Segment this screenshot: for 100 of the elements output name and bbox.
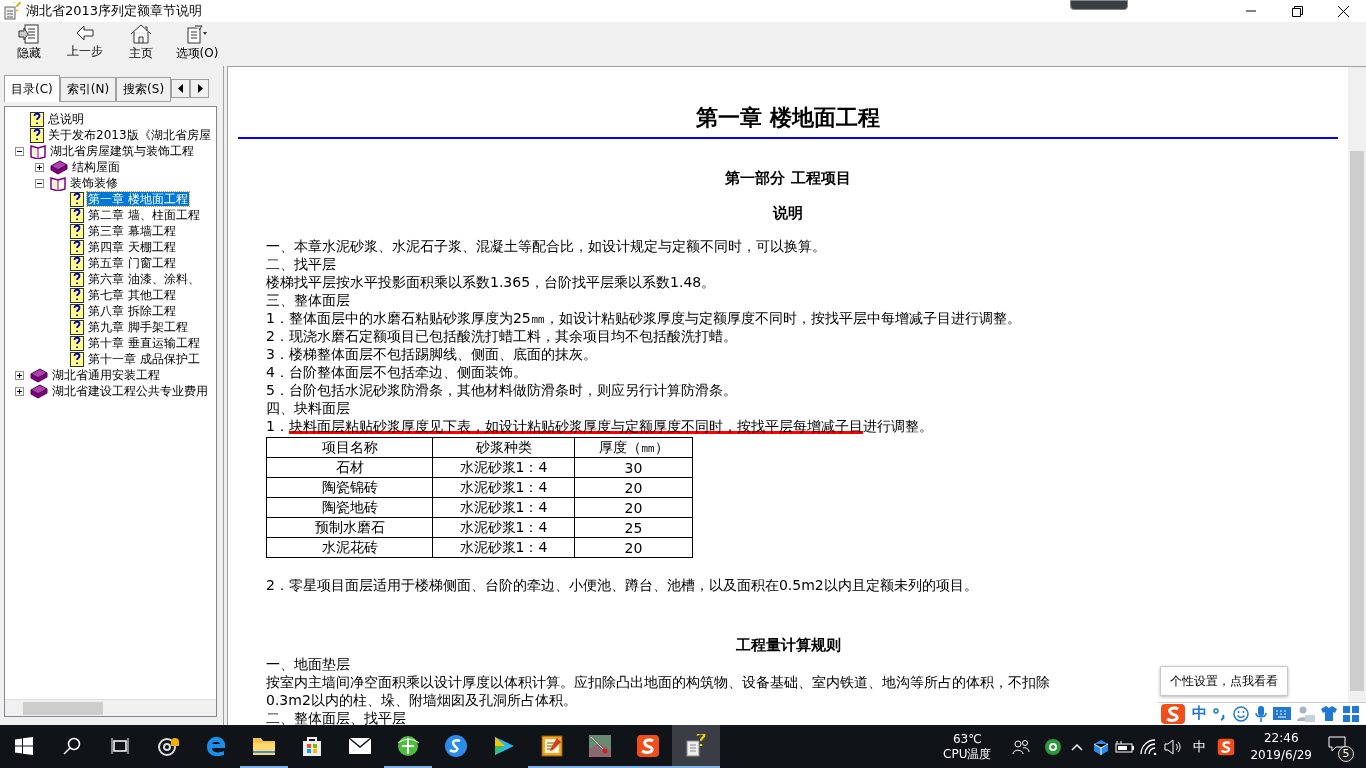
scrollbar-thumb[interactable] <box>23 701 103 715</box>
panel-hide-icon <box>18 24 40 44</box>
closed-book-icon <box>30 383 48 399</box>
column-header: 项目名称 <box>266 437 433 458</box>
right-triangle-icon <box>196 84 203 93</box>
tree-item[interactable]: 第十章 垂直运输工程 <box>87 336 201 350</box>
help-page-icon <box>70 303 84 319</box>
tree-item[interactable]: 第九章 脚手架工程 <box>87 320 189 334</box>
closed-book-icon <box>50 159 68 175</box>
paragraph: 2．零星项目面层适用于楼梯侧面、台阶的牵边、小便池、蹲台、池槽，以及面积在0.5m2以内且定额未列的项目。 <box>266 576 978 594</box>
toolbar-button[interactable]: 选项(O) <box>172 22 222 62</box>
back-arrow-icon <box>75 24 95 42</box>
punctuation-icon[interactable] <box>1213 706 1227 721</box>
tree-item[interactable]: 第八章 拆除工程 <box>87 304 177 318</box>
shopping-bag-icon <box>301 734 323 757</box>
plus-icon <box>36 163 43 171</box>
help-page-icon <box>70 287 84 303</box>
home-icon <box>130 24 152 44</box>
scrollbar-thumb[interactable] <box>1350 151 1364 691</box>
sogou-s-icon <box>636 733 660 758</box>
notepad-icon <box>540 733 564 758</box>
table-cell: 20 <box>574 477 693 498</box>
scroll-right-button[interactable] <box>190 79 210 98</box>
map-icon <box>588 733 612 758</box>
plus-icon <box>16 387 23 395</box>
tooltip: 个性设置，点我看看 <box>1160 666 1288 696</box>
table-cell: 水泥砂浆1：4 <box>432 497 575 518</box>
tree-item[interactable]: 第四章 天棚工程 <box>87 240 177 254</box>
tree-item[interactable]: 第十一章 成品保护工 <box>87 352 201 366</box>
table-cell: 水泥花砖 <box>266 537 433 558</box>
paragraph: 4．台阶整体面层不包括牵边、侧面装饰。 <box>266 363 527 381</box>
toolbar-button[interactable]: 主页 <box>116 22 166 62</box>
table-cell: 陶瓷锦砖 <box>266 477 433 498</box>
notification-button[interactable]: 5 <box>1326 731 1356 762</box>
toolbar-button[interactable]: 上一步 <box>60 22 110 60</box>
options-icon <box>186 24 208 44</box>
tree-item[interactable]: 第三章 幕墙工程 <box>87 224 177 238</box>
envelope-icon <box>348 736 372 755</box>
grid-icon[interactable] <box>1343 705 1359 722</box>
table-cell: 25 <box>574 517 693 538</box>
tree-item[interactable]: 湖北省房屋建筑与装饰工程 <box>49 144 195 158</box>
column-header: 厚度（㎜） <box>574 437 693 458</box>
left-triangle-icon <box>177 84 184 93</box>
tree-item[interactable]: 第一章 楼地面工程 <box>87 192 189 206</box>
paragraph: 楼梯找平层按水平投影面积乘以系数1.365，台阶找平层乘以系数1.48。 <box>266 273 716 291</box>
paragraph: 3．楼梯整体面层不包括踢脚线、侧面、底面的抹灰。 <box>266 345 597 363</box>
table-cell: 水泥砂浆1：4 <box>432 477 575 498</box>
chapter-title: 第一章 楼地面工程 <box>238 67 1338 139</box>
collapse-toggle[interactable] <box>35 178 44 188</box>
expand-toggle[interactable] <box>15 386 24 396</box>
help-page-icon <box>70 239 84 255</box>
paragraph: 一、地面垫层 <box>266 655 350 673</box>
microphone-icon[interactable] <box>1255 705 1267 722</box>
tree-item[interactable]: 第七章 其他工程 <box>87 288 177 302</box>
closed-book-icon <box>30 367 48 383</box>
help-page-icon <box>70 271 84 287</box>
tree-item[interactable]: 第六章 油漆、涂料、 <box>87 272 201 286</box>
expand-toggle[interactable] <box>15 370 24 380</box>
help-page-icon <box>70 351 84 367</box>
part-title: 第一部分 工程项目 <box>724 169 852 188</box>
paragraph: 二、找平层 <box>266 255 336 273</box>
section-heading: 说明 <box>771 204 804 223</box>
browser-e-icon <box>205 734 227 757</box>
table-cell: 20 <box>574 497 693 518</box>
notification-count: 5 <box>1338 745 1354 762</box>
shirt-icon[interactable] <box>1321 706 1337 721</box>
search-icon <box>63 736 81 755</box>
paragraph: 2．现浇水磨石定额项目已包括酸洗打蜡工料，其余项目均不包括酸洗打蜡。 <box>266 327 737 345</box>
help-app-icon <box>4 2 22 20</box>
tree-item[interactable]: 湖北省建设工程公共专业费用 <box>51 384 209 398</box>
tree-item[interactable]: 湖北省通用安装工程 <box>51 368 161 382</box>
tree-item[interactable]: 第五章 门窗工程 <box>87 256 177 270</box>
tree-item[interactable]: 关于发布2013版《湖北省房屋 <box>47 128 212 142</box>
play-icon <box>492 734 516 757</box>
help-page-icon <box>70 223 84 239</box>
help-page-icon <box>70 207 84 223</box>
tree-item[interactable]: 总说明 <box>47 112 85 126</box>
input-mode-toggle[interactable]: 中 <box>1192 704 1207 723</box>
nav-tab[interactable]: 索引(N) <box>59 77 117 102</box>
tree-item[interactable]: 装饰装修 <box>69 176 119 190</box>
smiley-icon[interactable] <box>1233 705 1249 722</box>
open-book-icon <box>50 175 66 191</box>
tree-item[interactable]: 第二章 墙、柱面工程 <box>87 208 201 222</box>
table-cell: 石材 <box>266 457 433 478</box>
help-page-icon <box>70 191 84 207</box>
nav-tab[interactable]: 搜索(S) <box>116 77 172 102</box>
paragraph: 二、整体面层、找平层 <box>266 709 406 725</box>
collapse-toggle[interactable] <box>15 146 24 156</box>
expand-toggle[interactable] <box>35 162 44 172</box>
folder-icon <box>252 735 276 756</box>
input-language[interactable]: 中 <box>1193 737 1207 756</box>
toolbar-button[interactable]: 隐藏 <box>4 22 54 62</box>
nav-tab[interactable]: 目录(C) <box>4 75 60 102</box>
clock[interactable]: 22:46 2019/6/29 <box>1250 729 1312 764</box>
scroll-left-button[interactable] <box>171 79 191 98</box>
table-cell: 水泥砂浆1：4 <box>432 517 575 538</box>
help-page-icon <box>70 319 84 335</box>
taskbar-app[interactable] <box>672 725 720 768</box>
table-cell: 水泥砂浆1：4 <box>432 457 575 478</box>
tree-item[interactable]: 结构屋面 <box>71 160 121 174</box>
